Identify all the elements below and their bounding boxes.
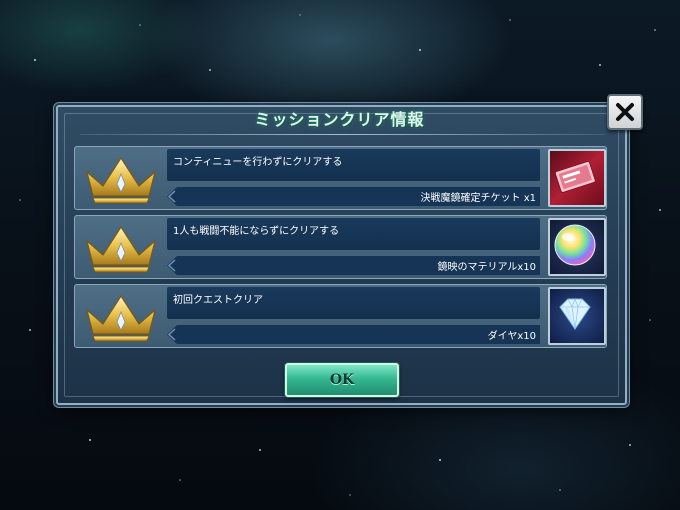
mission-reward: 決戦魔鏡確定チケット x1 [420, 193, 536, 204]
ok-button-label: OK [329, 372, 355, 388]
mission-description-box: コンティニューを行わずにクリアする [167, 149, 540, 181]
ticket-icon [554, 160, 596, 193]
mission-reward: 鏡映のマテリアルx10 [437, 262, 536, 273]
ok-button[interactable]: OK [285, 363, 399, 397]
dialog-title: ミッションクリア情報 [254, 110, 425, 129]
mission-reward: ダイヤx10 [487, 331, 536, 342]
mission-description-box: 1人も戦闘不能にならずにクリアする [167, 218, 540, 250]
dialog-title-bar: ミッションクリア情報 [68, 104, 611, 132]
title-divider [80, 134, 605, 135]
mission-description: 初回クエストクリア [173, 295, 263, 306]
mission-description: 1人も戦闘不能にならずにクリアする [173, 226, 340, 237]
crown-icon [85, 225, 157, 273]
mission-description: コンティニューを行わずにクリアする [173, 157, 343, 168]
mission-row: 初回クエストクリア ダイヤx10 [74, 284, 607, 348]
reward-item [548, 218, 606, 276]
crown-icon [85, 294, 157, 342]
reward-item [548, 149, 606, 207]
mission-row: コンティニューを行わずにクリアする 決戦魔鏡確定チケット x1 [74, 146, 607, 210]
crown-icon [85, 156, 157, 204]
reward-item [548, 287, 606, 345]
close-x-icon [616, 103, 634, 121]
diamond-icon [559, 297, 591, 330]
close-button[interactable] [607, 94, 643, 130]
mission-description-box: 初回クエストクリア [167, 287, 540, 319]
mission-row: 1人も戦闘不能にならずにクリアする 鏡映のマテリアルx10 [74, 215, 607, 279]
reward-banner [167, 325, 540, 344]
rainbow-orb-icon [554, 224, 596, 266]
